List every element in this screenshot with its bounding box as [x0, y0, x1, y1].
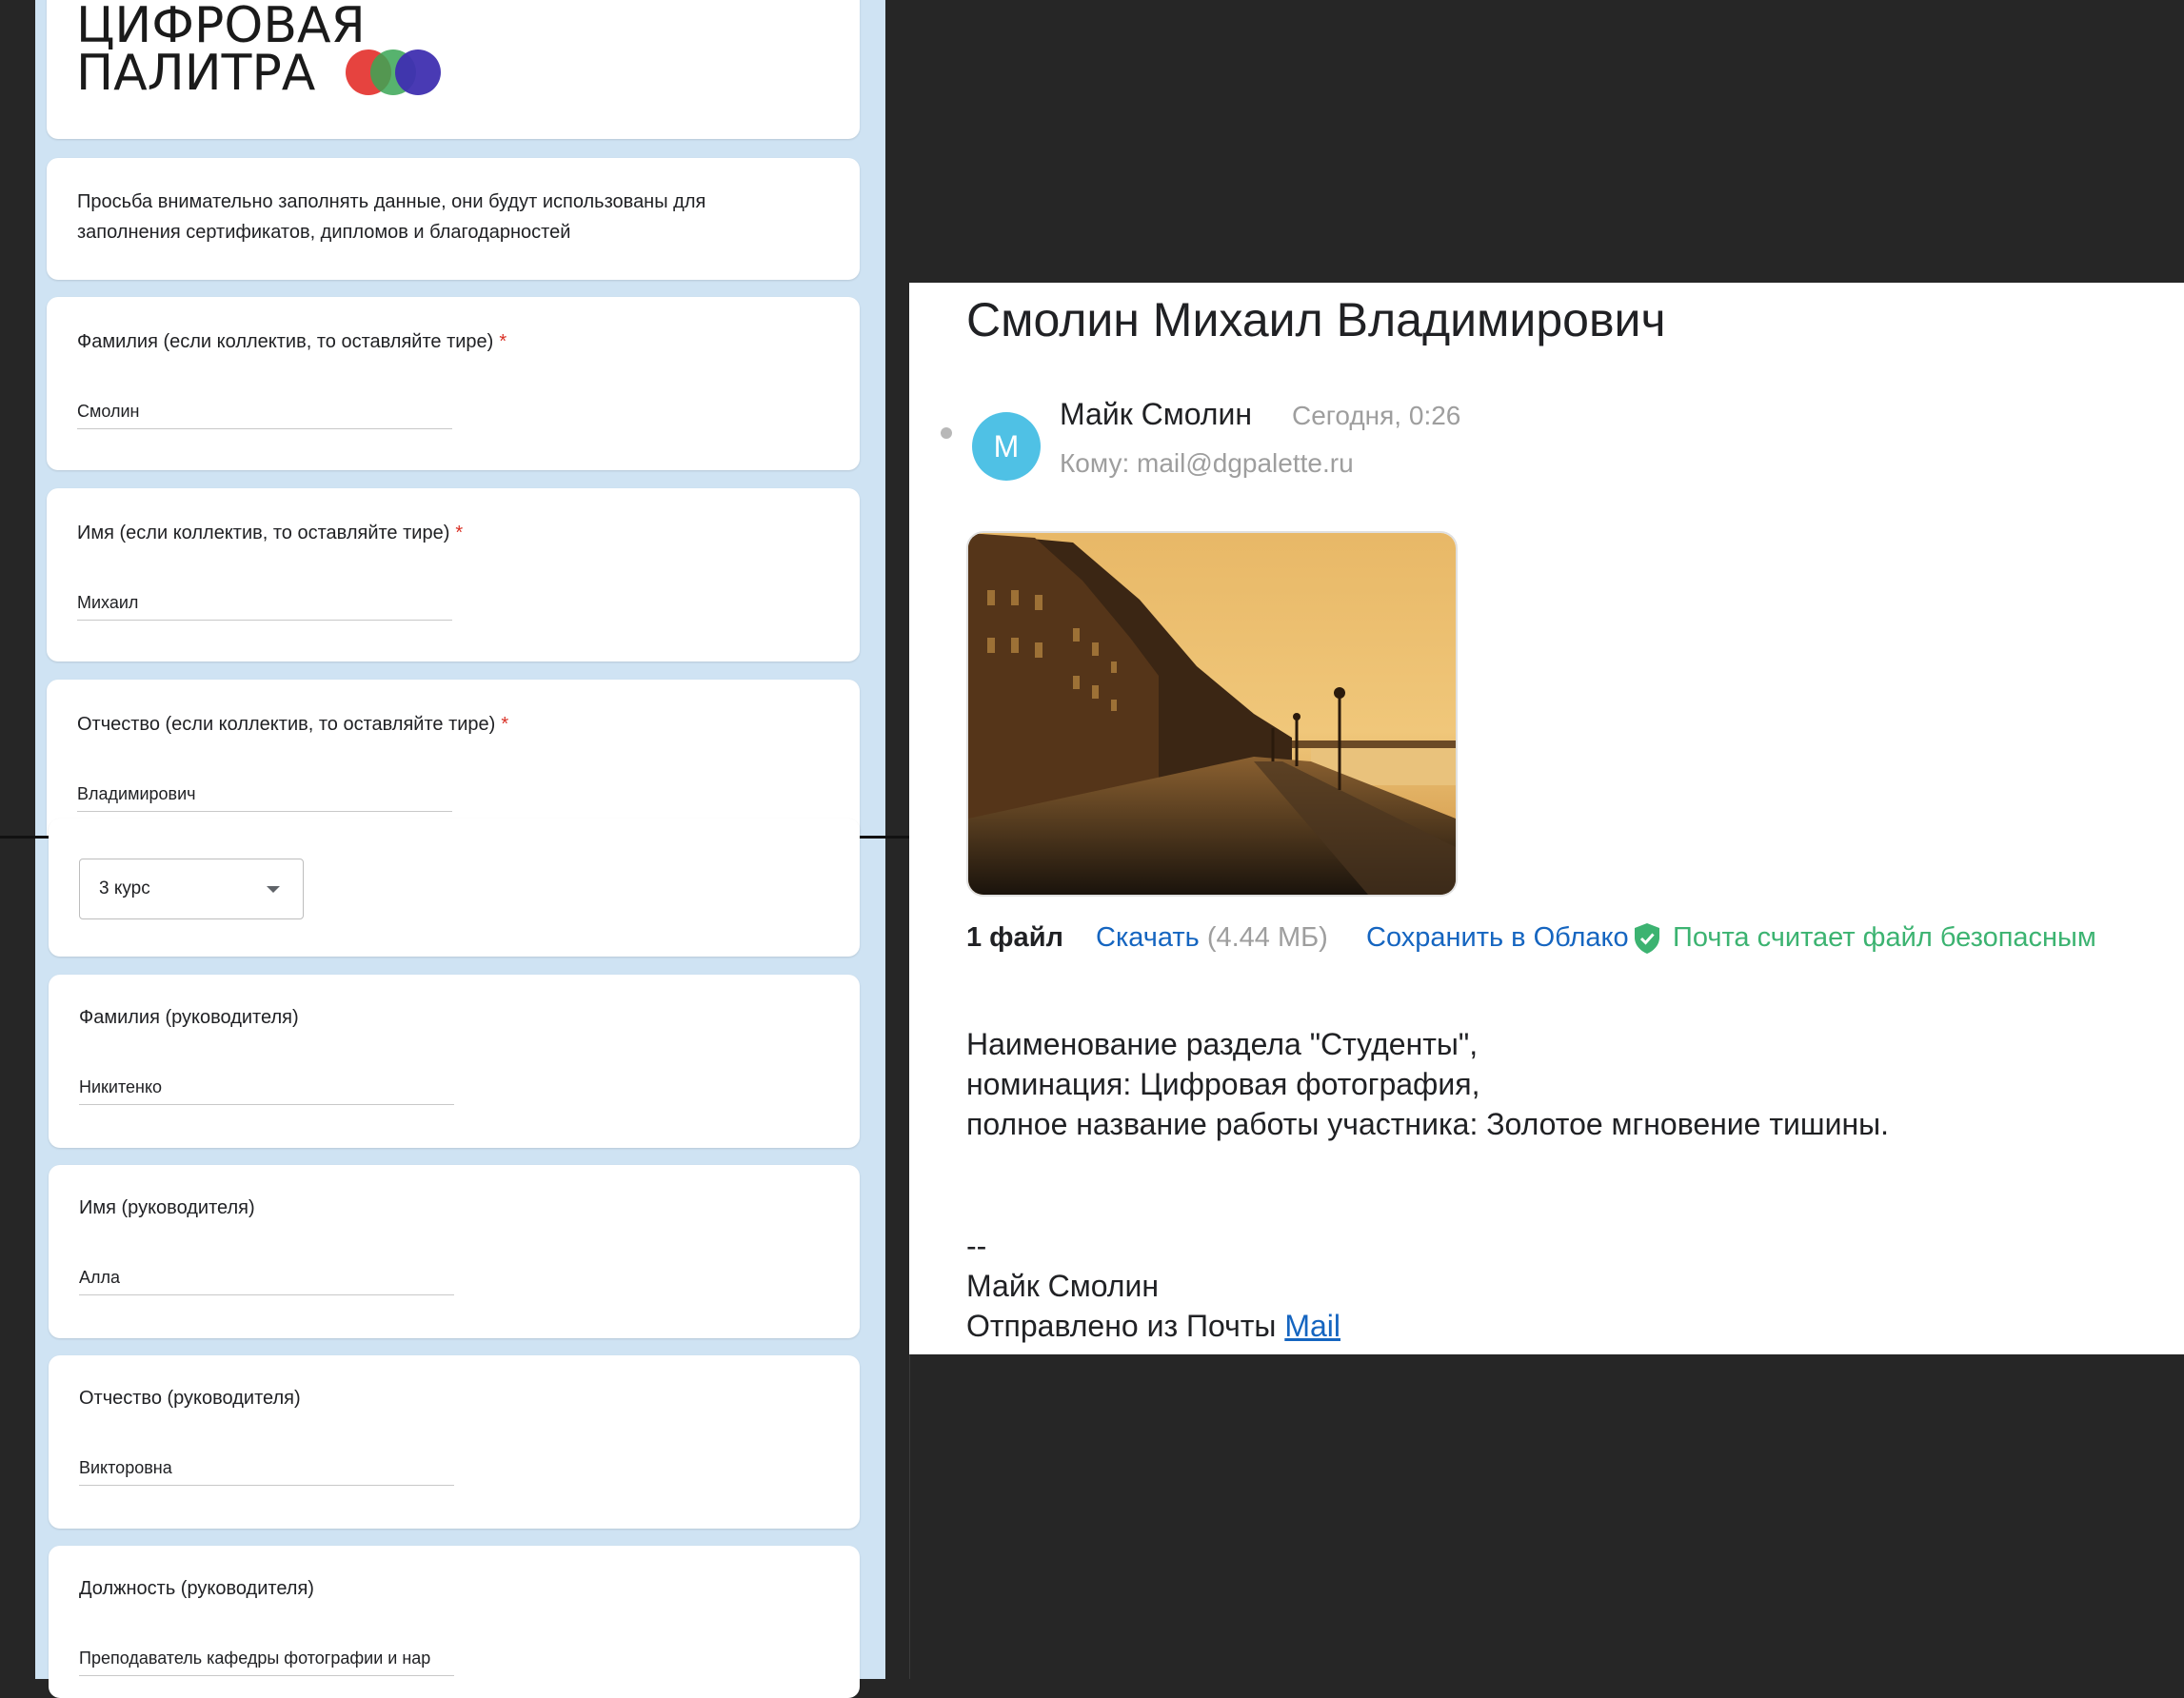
- course-select[interactable]: 3 курс: [79, 859, 304, 919]
- question-label-name: Имя (если коллектив, то оставляйте тире)…: [77, 523, 464, 543]
- unread-dot-icon[interactable]: [941, 427, 952, 439]
- email-date: Сегодня, 0:26: [1292, 401, 1461, 430]
- question-label-patronymic: Отчество (если коллектив, то оставляйте …: [77, 714, 509, 735]
- course-select-value: 3 курс: [99, 879, 150, 898]
- required-asterisk: *: [499, 331, 507, 352]
- input-underline: [79, 1294, 454, 1295]
- logo-blue-circle: [395, 49, 441, 95]
- sender-name[interactable]: Майк Смолин: [1060, 397, 1252, 432]
- question-card-name: Имя (если коллектив, то оставляйте тире)…: [47, 488, 860, 661]
- body-line-1: Наименование раздела "Студенты",: [966, 1027, 1479, 1061]
- dropdown-arrow-icon: [267, 886, 280, 893]
- logo-line-2: ПАЛИТРА: [76, 45, 316, 102]
- question-card-leader-name: Имя (руководителя) Алла: [49, 1165, 860, 1338]
- leader-name-input[interactable]: Алла: [79, 1268, 120, 1288]
- patronymic-input[interactable]: Владимирович: [77, 784, 196, 804]
- question-card-course: 3 курс: [49, 819, 860, 957]
- question-label-leader-patronymic: Отчество (руководителя): [79, 1388, 301, 1409]
- leader-patronymic-input[interactable]: Викторовна: [79, 1458, 172, 1478]
- attachment-photo-image: [968, 533, 1456, 895]
- question-label-leader-name: Имя (руководителя): [79, 1197, 255, 1218]
- email-subject: Смолин Михаил Владимирович: [966, 293, 1666, 346]
- sender-avatar[interactable]: M: [972, 412, 1041, 481]
- input-underline: [79, 1104, 454, 1105]
- question-card-surname: Фамилия (если коллектив, то оставляйте т…: [47, 297, 860, 470]
- question-card-leader-position: Должность (руководителя) Преподаватель к…: [49, 1546, 860, 1698]
- body-line-3: полное название работы участника: Золото…: [966, 1107, 1889, 1141]
- leader-surname-input[interactable]: Никитенко: [79, 1077, 162, 1097]
- download-link[interactable]: Скачать (4.44 МБ): [1096, 922, 1328, 954]
- input-underline: [77, 620, 452, 621]
- input-underline: [77, 428, 452, 429]
- save-to-cloud-link[interactable]: Сохранить в Облако: [1366, 922, 1629, 954]
- surname-input[interactable]: Смолин: [77, 402, 140, 422]
- shield-check-icon: [1635, 923, 1659, 954]
- required-asterisk: *: [455, 523, 464, 543]
- required-asterisk: *: [501, 714, 509, 735]
- mail-link[interactable]: Mail: [1284, 1309, 1340, 1343]
- file-count: 1 файл: [966, 922, 1063, 953]
- question-card-leader-patronymic: Отчество (руководителя) Викторовна: [49, 1355, 860, 1529]
- input-underline: [79, 1675, 454, 1676]
- question-label-surname: Фамилия (если коллектив, то оставляйте т…: [77, 331, 507, 352]
- signature-sent-from: Отправлено из Почты Mail: [966, 1309, 1340, 1343]
- form-header-card: ЦИФРОВАЯ ПАЛИТРА: [47, 0, 860, 139]
- input-underline: [77, 811, 452, 812]
- question-card-leader-surname: Фамилия (руководителя) Никитенко: [49, 975, 860, 1148]
- attachment-thumbnail[interactable]: [966, 531, 1458, 897]
- panel-edge: [909, 1354, 910, 1679]
- body-line-2: номинация: Цифровая фотография,: [966, 1067, 1480, 1101]
- signature-separator: --: [966, 1229, 987, 1263]
- email-view: Смолин Михаил Владимирович M Майк Смолин…: [909, 283, 2184, 1354]
- question-label-leader-position: Должность (руководителя): [79, 1578, 314, 1599]
- signature-name: Майк Смолин: [966, 1269, 1159, 1303]
- file-safe-status: Почта считает файл безопасным: [1635, 922, 2096, 954]
- name-input[interactable]: Михаил: [77, 593, 138, 613]
- question-label-leader-surname: Фамилия (руководителя): [79, 1007, 299, 1028]
- form-description: Просьба внимательно заполнять данные, он…: [77, 191, 706, 243]
- leader-position-input[interactable]: Преподаватель кафедры фотографии и нар: [79, 1649, 430, 1668]
- form-description-card: Просьба внимательно заполнять данные, он…: [47, 158, 860, 280]
- logo-line-1: ЦИФРОВАЯ: [76, 0, 366, 54]
- file-size: (4.44 МБ): [1206, 922, 1328, 953]
- input-underline: [79, 1485, 454, 1486]
- recipient-line: Кому: mail@dgpalette.ru: [1060, 448, 1354, 478]
